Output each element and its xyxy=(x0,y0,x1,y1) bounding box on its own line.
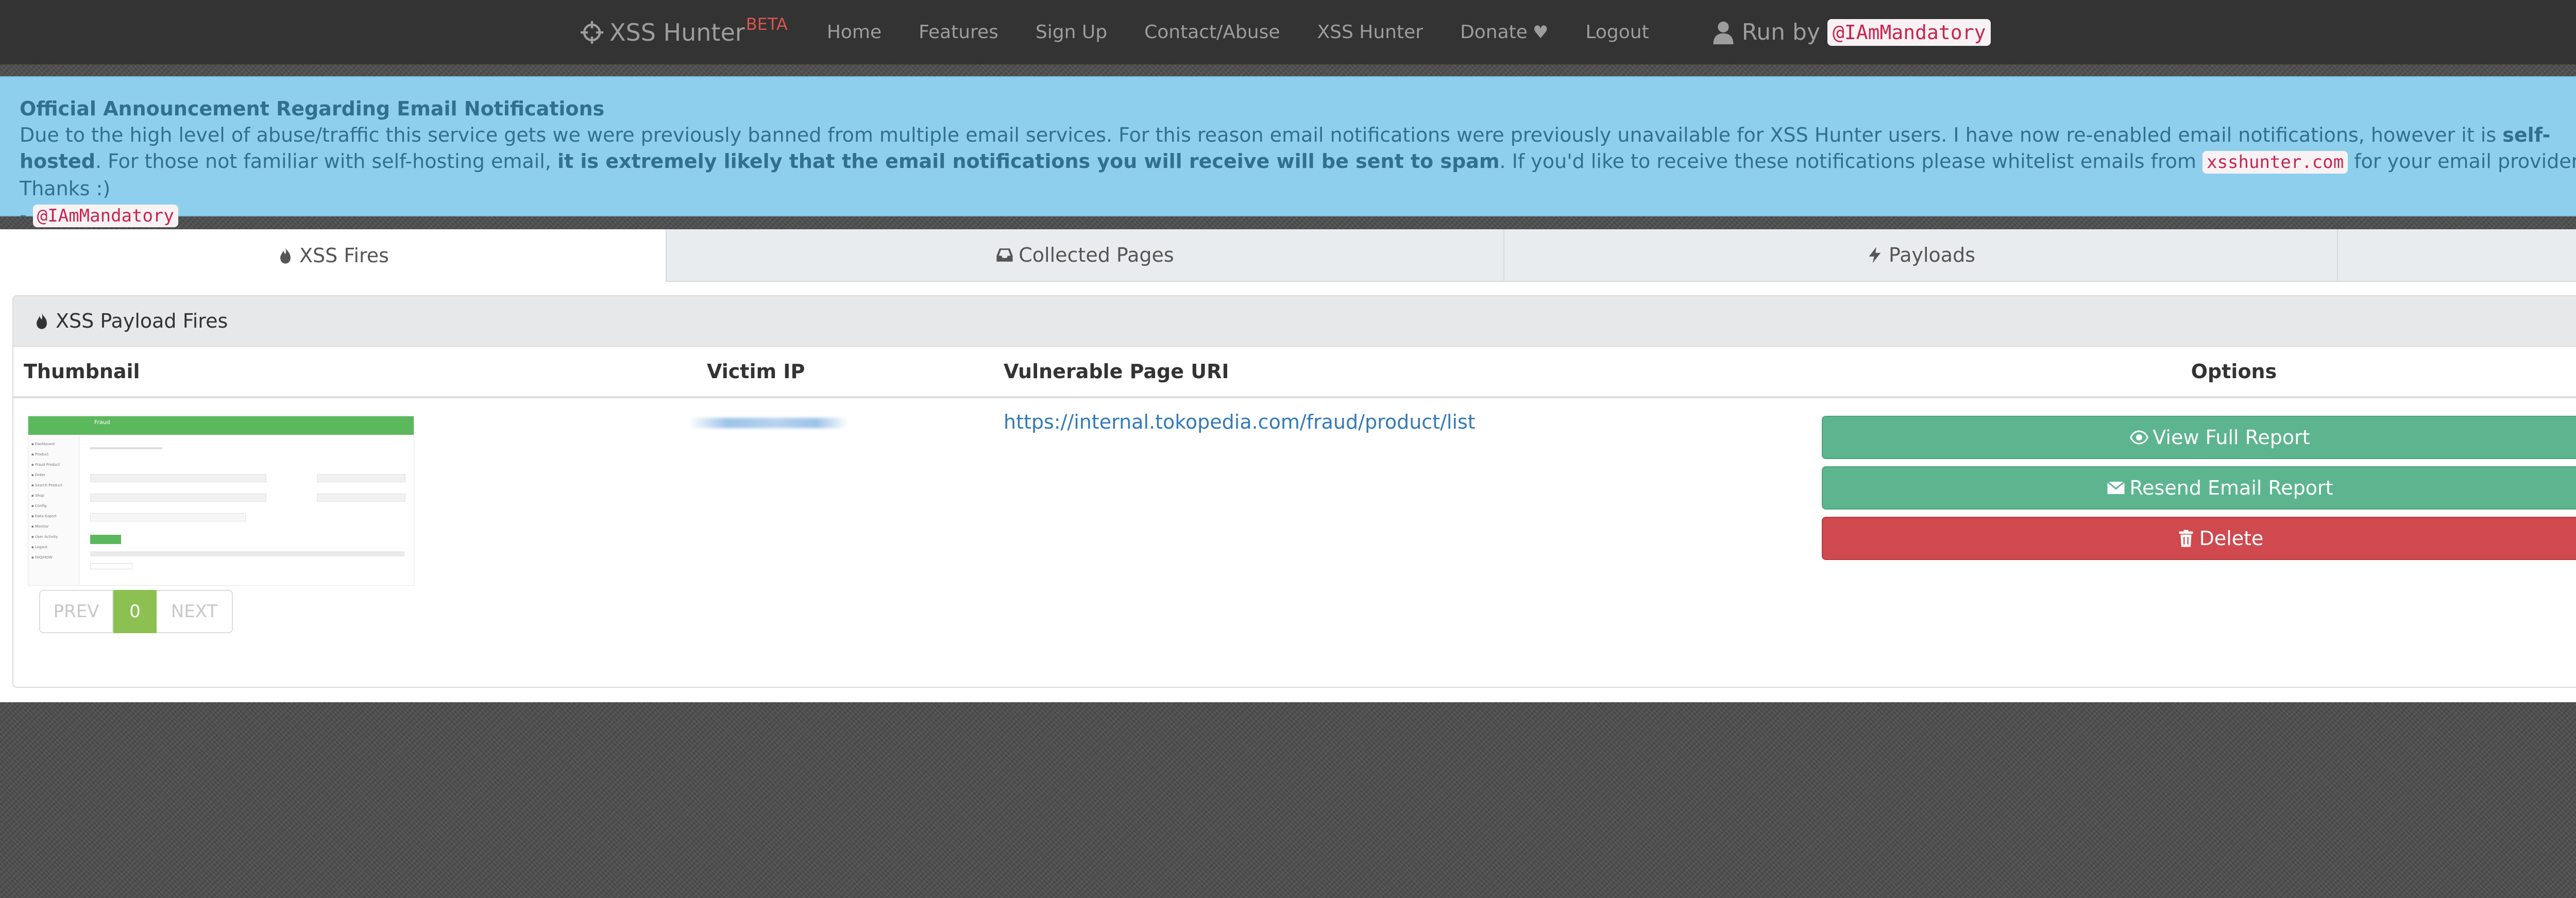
signature-handle: @IAmMandatory xyxy=(32,205,178,227)
thumbnail-topbar: Fraud xyxy=(79,416,414,435)
run-by-handle: @IAmMandatory xyxy=(1827,19,1991,46)
thumbnail-field xyxy=(90,494,266,502)
brand-name: XSS Hunter xyxy=(609,18,745,46)
navbar-inner: XSS Hunter BETA Home Features Sign Up Con… xyxy=(580,0,1991,64)
thumbnail-menu-item: ▪ Dashboard xyxy=(31,442,55,446)
pagination: PREV 0 NEXT xyxy=(39,590,233,633)
thumbnail-field xyxy=(317,474,405,482)
navbar: XSS Hunter BETA Home Features Sign Up Con… xyxy=(0,0,2576,64)
tab-collected-pages[interactable]: Collected Pages xyxy=(666,229,1503,282)
announcement-text-1: Due to the high level of abuse/traffic t… xyxy=(20,124,2503,146)
thumbnail-menu: ▪ Dashboard ▪ Product ▪ Fraud Product ▪ Ord… xyxy=(28,435,79,563)
heart-icon: ♥ xyxy=(1532,22,1549,43)
thumbnail-menu-item: ▪ Shop xyxy=(31,494,44,498)
tab-payloads-label: Payloads xyxy=(1889,244,1975,266)
pagination-prev[interactable]: PREV xyxy=(39,590,113,633)
thumbnail-line xyxy=(90,447,162,449)
pagination-next[interactable]: NEXT xyxy=(157,590,233,633)
thumbnail-sidebar: ▪ Dashboard ▪ Product ▪ Fraud Product ▪ Ord… xyxy=(28,416,79,585)
nav-donate[interactable]: Donate ♥ xyxy=(1460,22,1548,43)
announcement-bold-2: it is extremely likely that the email no… xyxy=(557,150,1500,173)
brand-link[interactable]: XSS Hunter BETA xyxy=(580,14,788,46)
announcement-text-3: . If you'd like to receive these notific… xyxy=(1499,150,2203,173)
vulnerable-page-link[interactable]: https://internal.tokopedia.com/fraud/pro… xyxy=(1004,411,1476,433)
thumbnail-menu-item: ▪ User Activity xyxy=(31,535,58,539)
nav-donate-label: Donate xyxy=(1460,22,1528,43)
inbox-icon xyxy=(996,248,1013,262)
fire-icon xyxy=(280,247,291,264)
announcement-signature: - @IAmMandatory xyxy=(20,202,2576,229)
thumbnail-menu-item: ▪ Monitor xyxy=(31,524,49,529)
trash-icon xyxy=(2179,530,2193,547)
view-full-report-label: View Full Report xyxy=(2153,426,2310,449)
panel-header: XSS Payload Fires xyxy=(13,296,2576,347)
column-options: Options xyxy=(2191,360,2277,383)
user-icon xyxy=(1713,21,1734,44)
column-uri: Vulnerable Page URI xyxy=(1004,360,1229,383)
nav-home[interactable]: Home xyxy=(827,22,882,43)
thumbnail-menu-item: ▪ Order xyxy=(31,473,45,477)
thumbnail-menu-item: ▪ Data Export xyxy=(31,514,57,518)
thumbnail-field xyxy=(90,563,132,569)
crosshairs-icon xyxy=(581,21,603,44)
delete-label: Delete xyxy=(2199,527,2264,550)
nav-sign-up[interactable]: Sign Up xyxy=(1036,22,1107,43)
run-by-label: Run by xyxy=(1741,19,1821,45)
tab-collected-pages-label: Collected Pages xyxy=(1019,244,1174,266)
thumbnail-field xyxy=(90,513,246,521)
panel-title: XSS Payload Fires xyxy=(56,310,228,332)
thumbnail-menu-item: ▪ Search Product xyxy=(31,483,62,487)
tab-empty xyxy=(2337,229,2576,282)
thumbnail-field xyxy=(317,494,405,502)
signature-prefix: - xyxy=(20,204,33,226)
envelope-icon xyxy=(2107,481,2125,494)
resend-email-report-label: Resend Email Report xyxy=(2129,477,2333,499)
announcement-title: Official Announcement Regarding Email No… xyxy=(20,97,605,120)
payload-fires-panel: XSS Payload Fires Thumbnail Victim IP Vu… xyxy=(12,295,2576,688)
run-by: Run by @IAmMandatory xyxy=(1712,19,1991,46)
column-victim-ip: Victim IP xyxy=(707,360,805,383)
nav-xss-hunter[interactable]: XSS Hunter xyxy=(1317,22,1423,43)
eye-icon xyxy=(2130,430,2149,445)
announcement-body: Due to the high level of abuse/traffic t… xyxy=(20,122,2576,202)
victim-ip-redacted xyxy=(688,418,848,428)
tab-payloads[interactable]: Payloads xyxy=(1503,229,2337,282)
tab-bar: XSS Fires Collected Pages Payloads xyxy=(0,229,2576,282)
table-header: Thumbnail Victim IP Vulnerable Page URI … xyxy=(13,347,2576,398)
thumbnail-menu-item: ▪ Fraud Product xyxy=(31,463,60,467)
delete-button[interactable]: Delete xyxy=(1822,517,2576,560)
thumbnail-title: Fraud xyxy=(94,419,110,426)
nav-links: Home Features Sign Up Contact/Abuse XSS … xyxy=(827,22,1686,43)
thumbnail-menu-item: ▪ Config xyxy=(31,504,47,508)
fire-icon xyxy=(37,313,47,329)
thumbnail-field xyxy=(90,474,266,482)
tab-xss-fires[interactable]: XSS Fires xyxy=(0,229,666,282)
view-full-report-button[interactable]: View Full Report xyxy=(1822,416,2576,459)
announcement-text-2: . For those not familiar with self-hosti… xyxy=(95,150,557,173)
resend-email-report-button[interactable]: Resend Email Report xyxy=(1822,466,2576,510)
nav-features[interactable]: Features xyxy=(919,22,998,43)
thumbnail-button xyxy=(90,535,121,544)
pagination-page[interactable]: 0 xyxy=(113,590,157,633)
thumbnail-divider xyxy=(90,551,404,556)
nav-contact-abuse[interactable]: Contact/Abuse xyxy=(1144,22,1280,43)
thumbnail-sidebar-header xyxy=(28,416,79,435)
beta-badge: BETA xyxy=(745,14,788,34)
screenshot-thumbnail[interactable]: ▪ Dashboard ▪ Product ▪ Fraud Product ▪ Ord… xyxy=(28,416,414,586)
thumbnail-menu-item: ▪ Logout xyxy=(31,545,47,549)
bolt-icon xyxy=(1869,247,1881,263)
column-thumbnail: Thumbnail xyxy=(24,360,140,383)
nav-logout[interactable]: Logout xyxy=(1585,22,1649,43)
announcement-domain: xsshunter.com xyxy=(2202,151,2348,174)
announcement: Official Announcement Regarding Email No… xyxy=(0,76,2576,227)
tab-xss-fires-label: XSS Fires xyxy=(299,244,389,267)
thumbnail-menu-item: ▪ FAQ/HOW xyxy=(31,555,53,560)
main-panel: XSS Fires Collected Pages Payloads XSS P… xyxy=(0,229,2576,702)
thumbnail-menu-item: ▪ Product xyxy=(31,452,49,456)
